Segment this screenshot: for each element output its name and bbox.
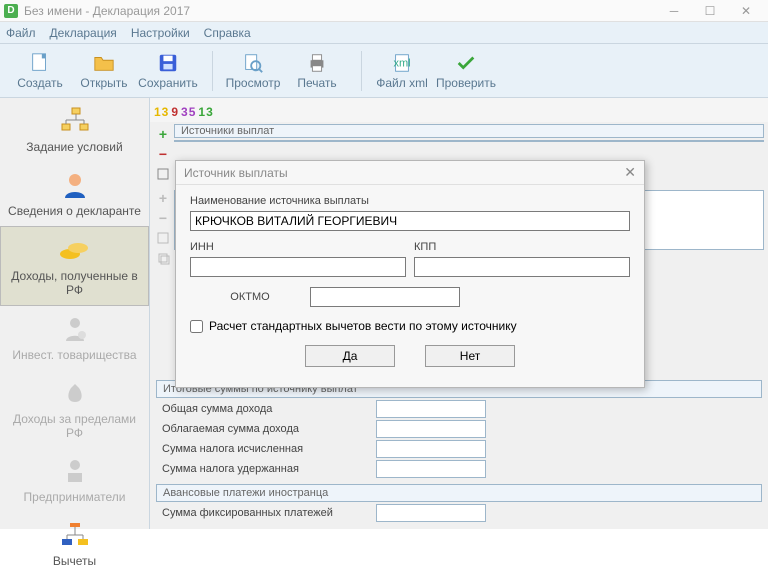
menu-settings[interactable]: Настройки	[131, 26, 190, 40]
toolbar: Создать Открыть Сохранить Просмотр Печат…	[0, 44, 768, 98]
tree-icon	[58, 106, 92, 136]
sidebar-item-income-abroad: Доходы за пределами РФ	[0, 370, 149, 448]
sources-list[interactable]	[174, 140, 764, 142]
open-button[interactable]: Открыть	[74, 52, 134, 90]
fixed-payments-label: Сумма фиксированных платежей	[156, 507, 376, 519]
tax-withheld-value	[376, 460, 486, 478]
dialog-close-icon[interactable]: ✕	[624, 164, 636, 181]
sidebar-item-declarant[interactable]: Сведения о декларанте	[0, 162, 149, 226]
sidebar: Задание условий Сведения о декларанте До…	[0, 98, 150, 529]
no-button[interactable]: Нет	[425, 345, 515, 367]
sidebar-item-entrepreneurs: Предприниматели	[0, 448, 149, 512]
sidebar-item-income-rf[interactable]: Доходы, полученные в РФ	[0, 226, 149, 306]
dialog-title: Источник выплаты	[184, 166, 288, 180]
person-icon	[58, 170, 92, 200]
copy-income-button[interactable]	[155, 250, 171, 266]
print-icon	[306, 52, 328, 74]
add-source-button[interactable]: +	[155, 126, 171, 142]
source-name-input[interactable]	[190, 211, 630, 231]
add-income-button[interactable]: +	[155, 190, 171, 206]
briefcase-person-icon	[58, 456, 92, 486]
payment-source-dialog: Источник выплаты ✕ Наименование источник…	[175, 160, 645, 388]
total-income-value	[376, 400, 486, 418]
maximize-button[interactable]: ☐	[692, 0, 728, 22]
tax-calculated-value	[376, 440, 486, 458]
inn-input[interactable]	[190, 257, 406, 277]
money-bag-icon	[58, 378, 92, 408]
coins-icon	[58, 235, 92, 265]
print-button[interactable]: Печать	[287, 52, 347, 90]
folder-open-icon	[93, 52, 115, 74]
app-icon: D	[4, 4, 18, 18]
inn-label: ИНН	[190, 241, 406, 253]
create-button[interactable]: Создать	[10, 52, 70, 90]
minimize-button[interactable]: ─	[656, 0, 692, 22]
menu-file[interactable]: Файл	[6, 26, 36, 40]
oktmo-label: ОКТМО	[190, 291, 310, 303]
preview-icon	[242, 52, 264, 74]
sources-header: Источники выплат	[174, 124, 764, 138]
menu-help[interactable]: Справка	[204, 26, 251, 40]
save-button[interactable]: Сохранить	[138, 52, 198, 90]
check-button[interactable]: Проверить	[436, 52, 496, 90]
titlebar: D Без имени - Декларация 2017 ─ ☐ ✕	[0, 0, 768, 22]
close-button[interactable]: ✕	[728, 0, 764, 22]
source-name-label: Наименование источника выплаты	[190, 195, 630, 207]
remove-income-button[interactable]: −	[155, 210, 171, 226]
standard-deductions-checkbox[interactable]	[190, 320, 203, 333]
fixed-payments-value	[376, 504, 486, 522]
deductions-icon	[58, 520, 92, 550]
xml-file-icon: xml	[391, 52, 413, 74]
tax-withheld-label: Сумма налога удержанная	[156, 463, 376, 475]
kpp-label: КПП	[414, 241, 630, 253]
file-xml-button[interactable]: xml Файл xml	[372, 52, 432, 90]
oktmo-input[interactable]	[310, 287, 460, 307]
svg-text:xml: xml	[393, 57, 410, 69]
menubar: Файл Декларация Настройки Справка	[0, 22, 768, 44]
taxable-income-label: Облагаемая сумма дохода	[156, 423, 376, 435]
window-title: Без имени - Декларация 2017	[24, 4, 190, 18]
preview-button[interactable]: Просмотр	[223, 52, 283, 90]
edit-source-button[interactable]	[155, 166, 171, 182]
yes-button[interactable]: Да	[305, 345, 395, 367]
advance-header: Авансовые платежи иностранца	[156, 484, 762, 502]
kpp-input[interactable]	[414, 257, 630, 277]
standard-deductions-label: Расчет стандартных вычетов вести по этом…	[209, 319, 517, 333]
edit-income-button[interactable]	[155, 230, 171, 246]
tax-rate-tabs[interactable]: 13 9 35 13	[150, 98, 768, 122]
new-file-icon	[29, 52, 51, 74]
check-icon	[455, 52, 477, 74]
sidebar-item-conditions[interactable]: Задание условий	[0, 98, 149, 162]
save-icon	[157, 52, 179, 74]
remove-source-button[interactable]: −	[155, 146, 171, 162]
total-income-label: Общая сумма дохода	[156, 403, 376, 415]
sidebar-item-invest: Инвест. товарищества	[0, 306, 149, 370]
taxable-income-value	[376, 420, 486, 438]
tax-calculated-label: Сумма налога исчисленная	[156, 443, 376, 455]
sidebar-item-deductions[interactable]: Вычеты	[0, 512, 149, 576]
invest-icon	[58, 314, 92, 344]
menu-declaration[interactable]: Декларация	[50, 26, 117, 40]
